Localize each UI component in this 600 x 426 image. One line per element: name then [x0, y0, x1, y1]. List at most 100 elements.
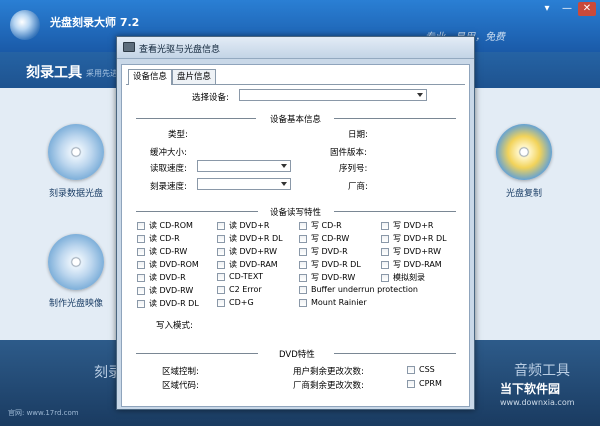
- checkbox-box[interactable]: [217, 247, 225, 256]
- device-select[interactable]: [239, 89, 427, 101]
- checkbox-box[interactable]: [137, 247, 145, 256]
- checkbox-read-cd-rom[interactable]: 读 CD-ROM: [137, 220, 193, 231]
- checkbox-mount-rainier[interactable]: Mount Rainier: [299, 298, 367, 307]
- vendor-label: 厂商:: [348, 182, 368, 192]
- tab-disc-info[interactable]: 盘片信息: [172, 69, 217, 84]
- checkbox-buffer-underrun[interactable]: Buffer underrun protection: [299, 285, 418, 294]
- checkbox-box[interactable]: [137, 273, 145, 282]
- checkbox-box[interactable]: [137, 234, 145, 243]
- data-disc-icon: [48, 124, 104, 180]
- checkbox-read-dvd-rom[interactable]: 读 DVD-ROM: [137, 259, 199, 270]
- make-image-button[interactable]: 制作光盘映像: [36, 234, 116, 309]
- checkbox-write-dvd-ram[interactable]: 写 DVD-RAM: [381, 259, 442, 270]
- checkbox-box[interactable]: [381, 221, 389, 230]
- write-speed-select[interactable]: [197, 178, 291, 190]
- checkbox-read-dvd-rw[interactable]: 读 DVD-RW: [137, 285, 193, 296]
- checkbox-read-dvd-plus-r-dl[interactable]: 读 DVD+R DL: [217, 233, 283, 244]
- checkbox-c2-error[interactable]: C2 Error: [217, 285, 262, 294]
- audio-tools-label[interactable]: 音频工具: [514, 360, 570, 380]
- type-label: 类型:: [168, 130, 188, 140]
- checkbox-box[interactable]: [137, 221, 145, 230]
- checkbox-label: 写 DVD+R: [393, 221, 434, 230]
- checkbox-box[interactable]: [217, 285, 225, 294]
- checkbox-write-cd-r[interactable]: 写 CD-R: [299, 220, 342, 231]
- divider: [136, 353, 258, 354]
- checkbox-box[interactable]: [407, 379, 415, 388]
- checkbox-write-dvd-rw[interactable]: 写 DVD-RW: [299, 272, 355, 283]
- make-image-label: 制作光盘映像: [48, 299, 103, 309]
- checkbox-write-dvd-r-dl[interactable]: 写 DVD-R DL: [299, 259, 361, 270]
- chevron-down-icon: [417, 93, 423, 97]
- copy-disc-button[interactable]: 光盘复制: [484, 124, 564, 199]
- checkbox-write-dvd-plus-r[interactable]: 写 DVD+R: [381, 220, 433, 231]
- site-link[interactable]: 官网: www.17rd.com: [8, 408, 79, 418]
- checkbox-read-dvd-ram[interactable]: 读 DVD-RAM: [217, 259, 278, 270]
- rw-features-title: 设备读写特性: [270, 208, 322, 218]
- checkbox-read-dvd-plus-rw[interactable]: 读 DVD+RW: [217, 246, 277, 257]
- checkbox-label: Buffer underrun protection: [311, 285, 418, 294]
- read-speed-select[interactable]: [197, 160, 291, 172]
- checkbox-cd-g[interactable]: CD+G: [217, 298, 254, 307]
- checkbox-label: 读 DVD-RW: [149, 286, 194, 295]
- tab-device-info[interactable]: 设备信息: [128, 69, 173, 85]
- checkbox-cprm[interactable]: CPRM: [407, 379, 442, 388]
- checkbox-label: 读 CD-ROM: [149, 221, 193, 230]
- checkbox-box[interactable]: [217, 272, 225, 281]
- checkbox-box[interactable]: [217, 298, 225, 307]
- checkbox-cd-text[interactable]: CD-TEXT: [217, 272, 263, 281]
- checkbox-box[interactable]: [299, 221, 307, 230]
- checkbox-box[interactable]: [299, 260, 307, 269]
- checkbox-label: CD-TEXT: [229, 272, 264, 281]
- checkbox-box[interactable]: [381, 260, 389, 269]
- checkbox-box[interactable]: [299, 234, 307, 243]
- checkbox-box[interactable]: [299, 285, 307, 294]
- checkbox-write-dvd-plus-r-dl[interactable]: 写 DVD+R DL: [381, 233, 447, 244]
- user-changes-label: 用户剩余更改次数:: [293, 367, 364, 377]
- checkbox-label: 读 DVD-R DL: [149, 299, 199, 308]
- checkbox-box[interactable]: [137, 299, 145, 308]
- write-speed-label: 刻录速度:: [150, 182, 187, 192]
- checkbox-label: 写 DVD-R DL: [311, 260, 361, 269]
- close-icon[interactable]: ✕: [578, 2, 596, 16]
- copy-disc-icon: [496, 124, 552, 180]
- checkbox-box[interactable]: [381, 247, 389, 256]
- checkbox-read-dvd-r-dl[interactable]: 读 DVD-R DL: [137, 298, 199, 309]
- dialog-body: 设备信息 盘片信息 选择设备: 设备基本信息 类型: 缓冲大小: 读取速度: 刻…: [121, 64, 470, 407]
- nav-title: 刻录工具: [26, 65, 82, 81]
- dialog-title: 查看光驱与光盘信息: [139, 45, 221, 55]
- checkbox-simulate-burn[interactable]: 模拟刻录: [381, 272, 425, 283]
- checkbox-read-cd-r[interactable]: 读 CD-R: [137, 233, 180, 244]
- checkbox-write-cd-rw[interactable]: 写 CD-RW: [299, 233, 349, 244]
- checkbox-read-dvd-plus-r[interactable]: 读 DVD+R: [217, 220, 269, 231]
- checkbox-css[interactable]: CSS: [407, 365, 435, 374]
- divider: [334, 211, 456, 212]
- checkbox-box[interactable]: [299, 247, 307, 256]
- checkbox-label: CSS: [419, 365, 435, 374]
- checkbox-read-cd-rw[interactable]: 读 CD-RW: [137, 246, 187, 257]
- checkbox-box[interactable]: [217, 221, 225, 230]
- checkbox-box[interactable]: [217, 234, 225, 243]
- burn-data-disc-button[interactable]: 刻录数据光盘: [36, 124, 116, 199]
- divider: [334, 118, 456, 119]
- checkbox-box[interactable]: [137, 260, 145, 269]
- checkbox-box[interactable]: [299, 298, 307, 307]
- minimize-icon[interactable]: —: [558, 2, 576, 16]
- basic-info-title: 设备基本信息: [270, 115, 322, 125]
- read-speed-label: 读取速度:: [150, 164, 187, 174]
- checkbox-write-dvd-plus-rw[interactable]: 写 DVD+RW: [381, 246, 441, 257]
- checkbox-label: 读 DVD+RW: [229, 247, 278, 256]
- checkbox-label: 写 DVD-R: [311, 247, 348, 256]
- checkbox-box[interactable]: [381, 273, 389, 282]
- dialog-title-bar[interactable]: 查看光驱与光盘信息: [117, 37, 474, 59]
- menu-icon[interactable]: ▾: [538, 2, 556, 16]
- drive-icon: [123, 42, 135, 52]
- checkbox-box[interactable]: [299, 273, 307, 282]
- checkbox-read-dvd-r[interactable]: 读 DVD-R: [137, 272, 186, 283]
- checkbox-box[interactable]: [407, 365, 415, 374]
- write-mode-label: 写入模式:: [156, 321, 193, 331]
- checkbox-write-dvd-r[interactable]: 写 DVD-R: [299, 246, 348, 257]
- checkbox-box[interactable]: [137, 286, 145, 295]
- checkbox-box[interactable]: [217, 260, 225, 269]
- app-logo-icon: [10, 10, 40, 40]
- checkbox-box[interactable]: [381, 234, 389, 243]
